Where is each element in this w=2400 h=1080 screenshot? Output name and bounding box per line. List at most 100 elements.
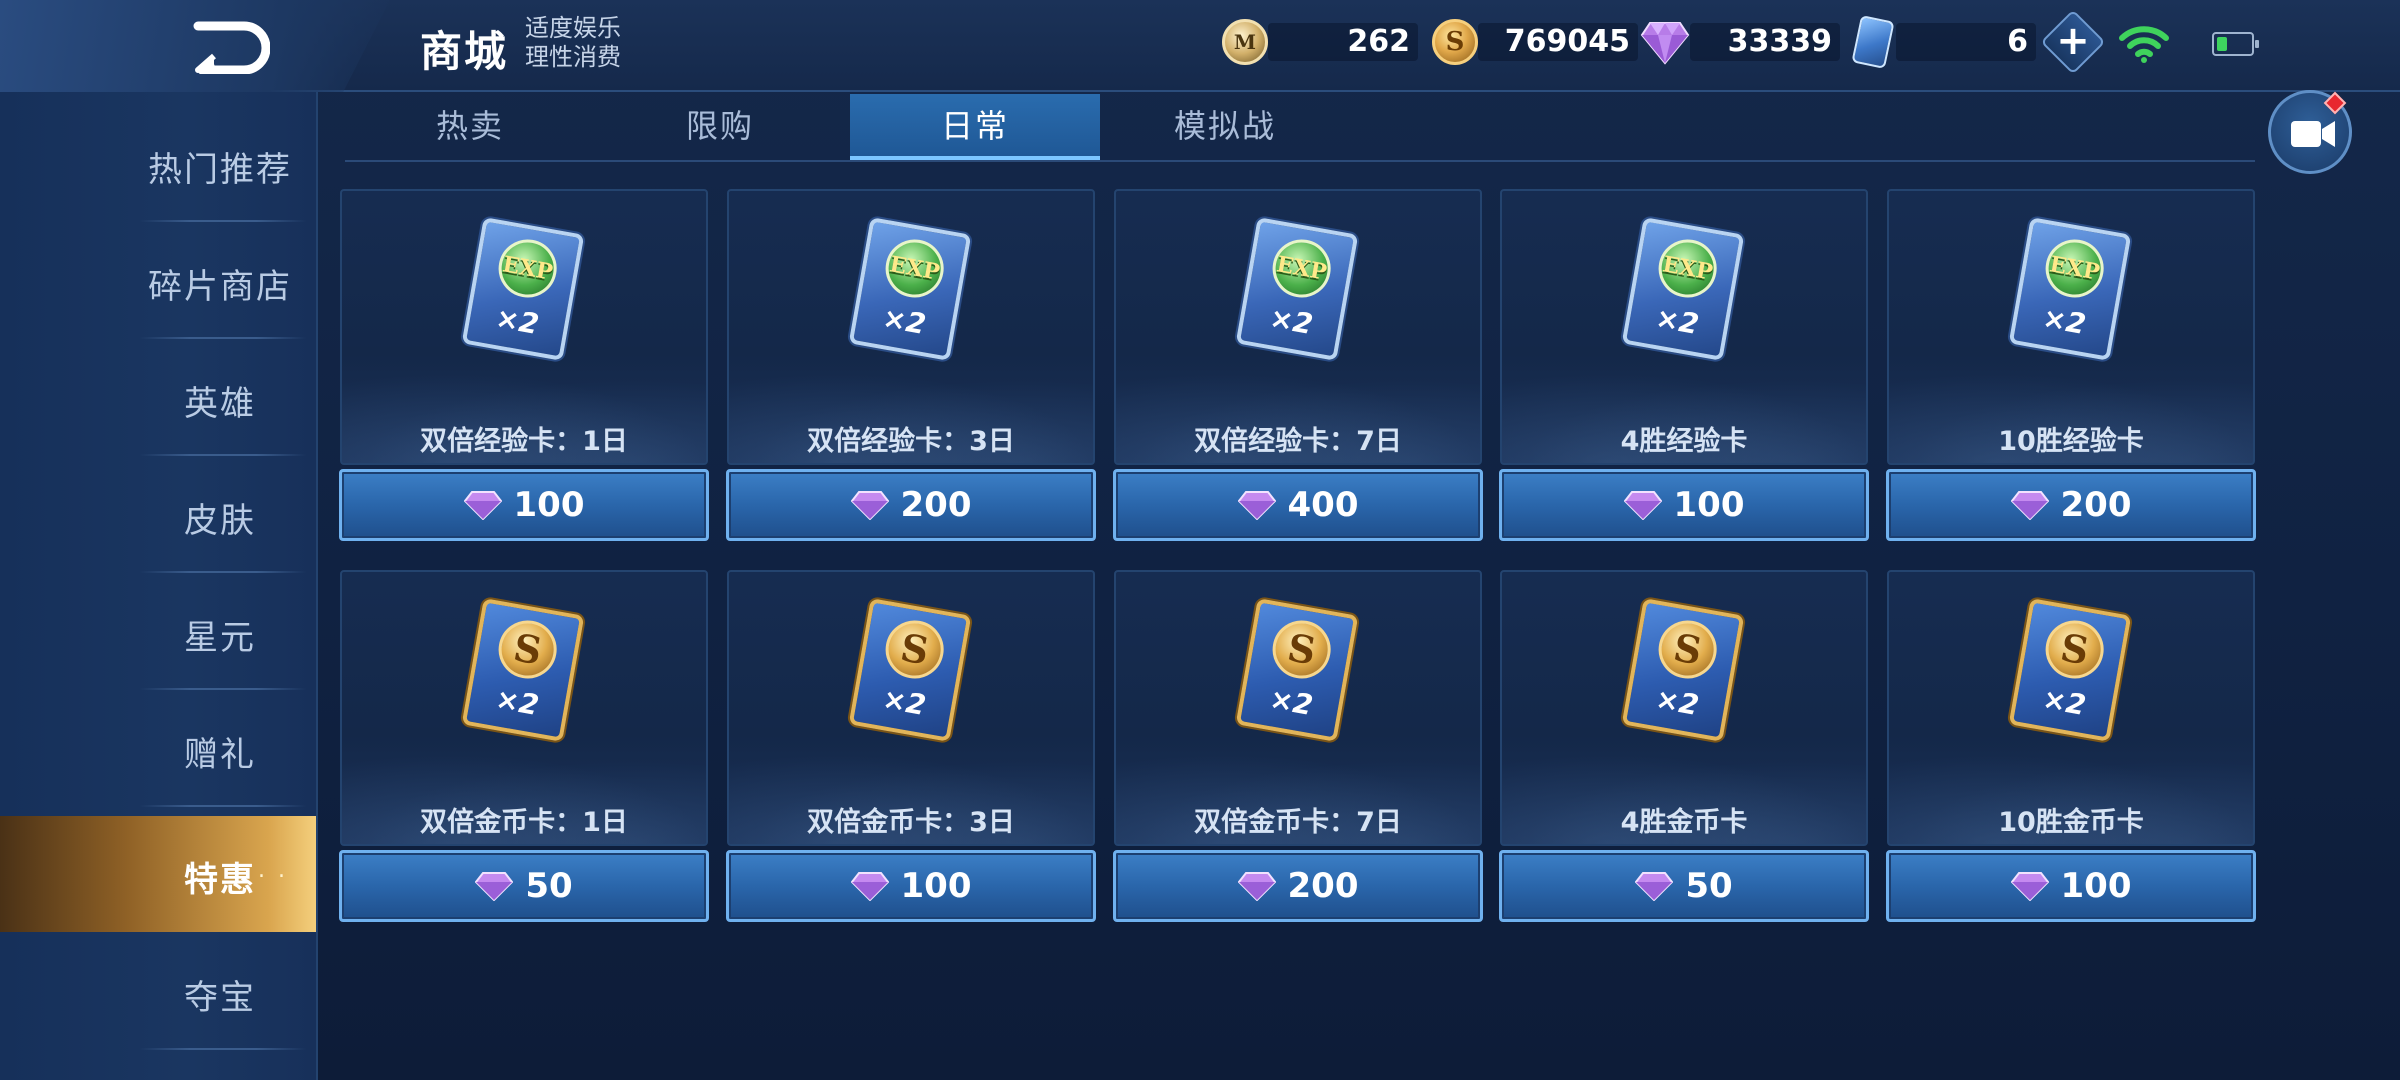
- item-name: 10胜经验卡: [1998, 426, 2144, 457]
- notification-badge: [2323, 91, 2347, 115]
- diamond-icon: [1623, 491, 1662, 520]
- buy-button[interactable]: 100: [339, 469, 709, 541]
- sidebar-item-gifts[interactable]: 赠礼: [0, 691, 316, 807]
- item-price: 100: [2060, 866, 2132, 906]
- item-name: 双倍金币卡：3日: [807, 807, 1015, 838]
- ticket-balance: 6 +: [1850, 9, 2106, 75]
- notice-line-1: 适度娱乐: [525, 14, 621, 42]
- item-card[interactable]: EXP ×2 双倍经验卡：1日: [340, 189, 708, 465]
- diamond-icon: [2010, 491, 2049, 520]
- item-card[interactable]: EXP ×2 双倍经验卡：3日: [727, 189, 1095, 465]
- gold-card-icon: S ×2: [2008, 598, 2132, 742]
- item-name: 双倍金币卡：7日: [1194, 807, 1402, 838]
- item-card[interactable]: S ×2 4胜金币卡: [1500, 570, 1868, 846]
- item-name: 4胜金币卡: [1620, 807, 1748, 838]
- item-name: 双倍金币卡：1日: [420, 807, 628, 838]
- diamond-icon: [1237, 872, 1276, 901]
- ticket-icon: [1851, 14, 1895, 70]
- diamond-icon: [1237, 491, 1276, 520]
- buy-button[interactable]: 200: [1886, 469, 2256, 541]
- sidebar-item-label: 赠礼: [184, 735, 256, 775]
- item-name: 10胜金币卡: [1998, 807, 2144, 838]
- record-button[interactable]: [2268, 90, 2352, 174]
- sidebar-item-label: 夺宝: [184, 978, 256, 1018]
- gold-card-icon: S ×2: [1235, 598, 1359, 742]
- item-card[interactable]: S ×2 双倍金币卡：1日: [340, 570, 708, 846]
- sidebar-item-label: 碎片商店: [148, 267, 292, 307]
- tab-simulation[interactable]: 模拟战: [1100, 94, 1350, 160]
- token-icon: M: [1222, 19, 1268, 65]
- video-camera-icon: [2291, 121, 2335, 147]
- consumption-notice: 适度娱乐 理性消费: [525, 14, 621, 72]
- token-value: 262: [1268, 23, 1418, 61]
- item-card[interactable]: S ×2 双倍金币卡：3日: [727, 570, 1095, 846]
- exp-card-icon: EXP ×2: [1235, 217, 1359, 361]
- item-price: 100: [1673, 485, 1745, 525]
- item-name: 双倍经验卡：7日: [1194, 426, 1402, 457]
- buy-button[interactable]: 50: [1499, 850, 1869, 922]
- diamond-balance: 33339: [1640, 18, 1840, 66]
- item-price: 50: [1685, 866, 1733, 906]
- exp-card-icon: EXP ×2: [461, 217, 585, 361]
- diamond-icon: [2010, 872, 2049, 901]
- item-name: 4胜经验卡: [1620, 426, 1748, 457]
- gold-card-icon: S ×2: [1621, 598, 1745, 742]
- diamond-icon: [475, 872, 514, 901]
- buy-button[interactable]: 100: [726, 850, 1096, 922]
- plus-icon: +: [2056, 18, 2090, 64]
- sidebar-item-label: 英雄: [184, 384, 256, 424]
- tab-limited[interactable]: 限购: [595, 94, 845, 160]
- exp-card-icon: EXP ×2: [1621, 217, 1745, 361]
- add-ticket-button[interactable]: +: [2040, 9, 2106, 75]
- back-arrow-icon: [193, 21, 270, 74]
- sidebar-item-label: 热门推荐: [148, 150, 292, 190]
- item-name: 双倍经验卡：1日: [420, 426, 628, 457]
- top-bar: 商城 适度娱乐 理性消费 M 262 S 769045 33339 6 +: [0, 0, 2400, 92]
- sidebar-item-treasure[interactable]: 夺宝: [0, 934, 316, 1050]
- buy-button[interactable]: 100: [1499, 469, 1869, 541]
- item-price: 200: [2060, 485, 2132, 525]
- buy-button[interactable]: 200: [726, 469, 1096, 541]
- buy-button[interactable]: 100: [1886, 850, 2256, 922]
- item-price: 200: [1287, 866, 1359, 906]
- gold-coin-icon: S: [1432, 19, 1478, 65]
- back-button[interactable]: [0, 0, 390, 92]
- item-card[interactable]: EXP ×2 双倍经验卡：7日: [1114, 189, 1482, 465]
- gold-card-icon: S ×2: [848, 598, 972, 742]
- diamond-value: 33339: [1690, 23, 1840, 61]
- sidebar-item-fragments[interactable]: 碎片商店: [0, 223, 316, 339]
- buy-button[interactable]: 50: [339, 850, 709, 922]
- item-card[interactable]: EXP ×2 4胜经验卡: [1500, 189, 1868, 465]
- shop-tabs: 热卖 限购 日常 模拟战: [345, 94, 2255, 162]
- diamond-icon: [463, 491, 502, 520]
- tab-daily[interactable]: 日常: [850, 94, 1100, 160]
- sidebar-item-label: 皮肤: [184, 501, 256, 541]
- sidebar-item-stars[interactable]: 星元: [0, 574, 316, 690]
- buy-button[interactable]: 200: [1113, 850, 1483, 922]
- item-price: 100: [513, 485, 585, 525]
- item-card[interactable]: S ×2 10胜金币卡: [1887, 570, 2255, 846]
- sidebar-item-hot[interactable]: 热门推荐: [0, 106, 316, 222]
- diamond-icon: [1640, 22, 1690, 65]
- category-sidebar: 热门推荐 碎片商店 英雄 皮肤 星元 赠礼 特惠 . . 夺宝: [0, 92, 318, 1080]
- sidebar-item-deals[interactable]: 特惠 . .: [0, 816, 316, 932]
- sidebar-item-heroes[interactable]: 英雄: [0, 340, 316, 456]
- token-balance: M 262: [1222, 18, 1418, 66]
- buy-button[interactable]: 400: [1113, 469, 1483, 541]
- diamond-icon: [850, 491, 889, 520]
- item-card[interactable]: EXP ×2 10胜经验卡: [1887, 189, 2255, 465]
- item-price: 100: [900, 866, 972, 906]
- sidebar-item-skins[interactable]: 皮肤: [0, 457, 316, 573]
- notice-line-2: 理性消费: [525, 43, 621, 71]
- ticket-value: 6: [1896, 23, 2036, 61]
- sidebar-item-label: 星元: [184, 618, 256, 658]
- battery-icon: [2212, 32, 2259, 56]
- tab-hot-sale[interactable]: 热卖: [345, 94, 595, 160]
- item-name: 双倍经验卡：3日: [807, 426, 1015, 457]
- item-card[interactable]: S ×2 双倍金币卡：7日: [1114, 570, 1482, 846]
- gold-card-icon: S ×2: [461, 598, 585, 742]
- wifi-icon: [2119, 26, 2169, 63]
- gold-value: 769045: [1478, 23, 1638, 61]
- active-indicator-dots: . .: [258, 858, 288, 883]
- item-price: 400: [1287, 485, 1359, 525]
